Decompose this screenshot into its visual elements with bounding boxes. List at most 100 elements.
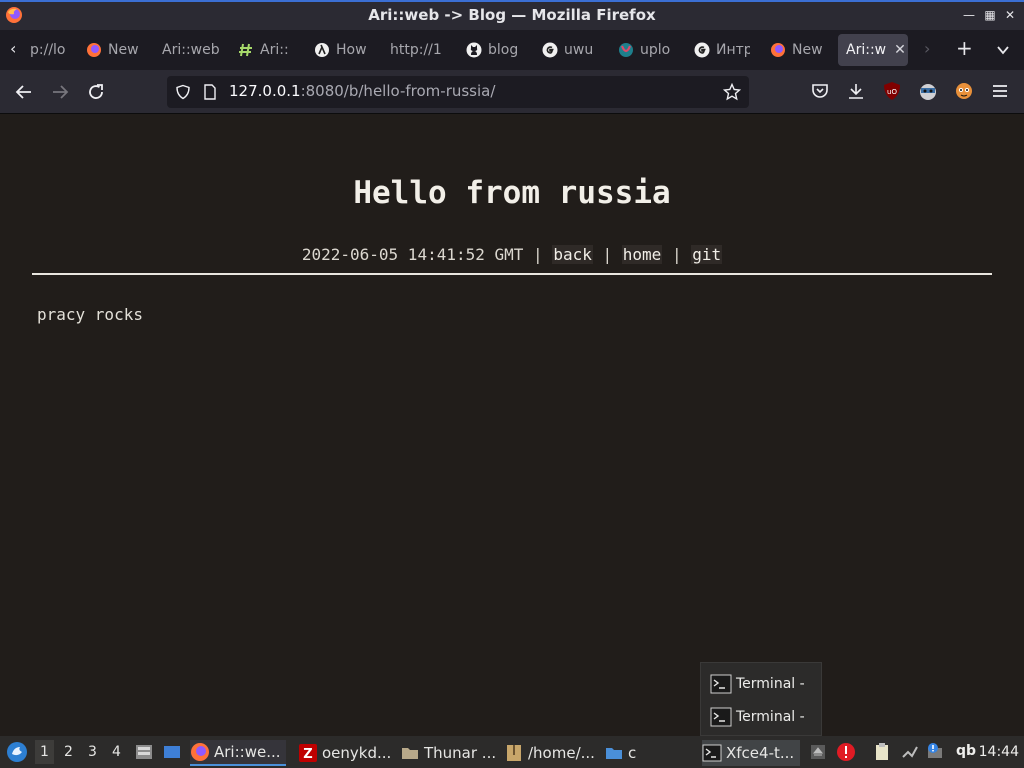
firefox-icon [87, 43, 101, 57]
taskbar-item-folder[interactable]: c [604, 740, 694, 766]
taskbar: 1 2 3 4 Ari::we... Z oenykd... Thunar ..… [0, 736, 1024, 768]
tab-label: p://lo [30, 42, 66, 58]
back-link[interactable]: back [552, 245, 593, 264]
post-date: 2022-06-05 14:41:52 GMT [301, 245, 524, 264]
download-icon[interactable] [846, 81, 866, 101]
tab-5[interactable]: http://1 [390, 34, 446, 66]
archive-icon [507, 745, 521, 761]
pocket-icon[interactable] [810, 81, 830, 101]
google-icon [694, 42, 710, 58]
tab-scroll-right-icon[interactable]: › [924, 39, 930, 58]
taskbar-item-label: Xfce4-t... [726, 744, 795, 762]
workspace-4[interactable]: 4 [112, 744, 121, 760]
tab-label: Ari::w [846, 42, 887, 58]
qbittorrent-icon[interactable]: qb [956, 743, 976, 759]
ublock-origin-icon[interactable]: uO [882, 81, 902, 101]
hamburger-menu-icon[interactable] [990, 81, 1010, 101]
forward-arrow-icon[interactable] [48, 80, 72, 104]
taskbar-item-thunar[interactable]: Thunar ... [400, 740, 496, 766]
terminal-window-item[interactable]: Terminal - [710, 673, 805, 695]
tab-7[interactable]: uwu [542, 34, 598, 66]
bookmark-star-icon[interactable] [723, 83, 741, 101]
taskbar-item-terminal[interactable]: Xfce4-t... [702, 740, 800, 766]
post-body: pracy rocks [37, 305, 143, 324]
new-tab-icon[interactable]: + [956, 36, 973, 60]
file-manager-launcher-icon[interactable] [134, 742, 154, 762]
clock[interactable]: 14:44 [979, 744, 1019, 760]
screen: { "window": { "title": "Ari::web -> Blog… [0, 0, 1024, 768]
tab-label: http://1 [390, 42, 442, 58]
tab-8[interactable]: uplo [618, 34, 674, 66]
taskbar-item-filezilla[interactable]: Z oenykd... [298, 740, 390, 766]
github-icon [466, 42, 482, 58]
terminal-icon [710, 674, 732, 694]
tampermonkey-icon[interactable] [954, 81, 974, 101]
taskbar-item-archive[interactable]: /home/... [504, 740, 596, 766]
tab-label: New [792, 42, 823, 58]
hash-icon [239, 43, 252, 57]
workspace-3[interactable]: 3 [88, 744, 97, 760]
error-alert-icon[interactable] [836, 742, 856, 762]
close-icon[interactable]: ✕ [1003, 7, 1017, 23]
url-path: :8080/b/hello-from-russia/ [300, 82, 496, 100]
url-bar[interactable]: 127.0.0.1:8080/b/hello-from-russia/ [167, 76, 749, 108]
home-link[interactable]: home [621, 245, 663, 264]
privacy-badger-icon[interactable] [918, 81, 938, 101]
tab-4[interactable]: How [314, 34, 372, 66]
back-arrow-icon[interactable] [12, 80, 36, 104]
window-titlebar: Ari::web -> Blog — Mozilla Firefox — ▦ ✕ [0, 0, 1024, 30]
firefox-icon [771, 43, 785, 57]
page-icon[interactable] [203, 84, 217, 100]
page-title: Hello from russia [353, 175, 671, 211]
tab-11-active[interactable]: Ari::w ✕ [838, 34, 908, 66]
tab-2[interactable]: Ari::web [162, 34, 222, 66]
git-link[interactable]: git [691, 245, 723, 264]
tab-9[interactable]: Интр [694, 34, 750, 66]
network-icon[interactable] [900, 742, 920, 762]
desktop-launcher-icon[interactable] [162, 742, 182, 762]
reload-icon[interactable] [84, 80, 108, 104]
tab-10[interactable]: New [770, 34, 826, 66]
post-meta: 2022-06-05 14:41:52 GMT | back | home | … [0, 245, 1024, 264]
taskbar-item-firefox[interactable]: Ari::we... [190, 740, 286, 766]
tab-3[interactable]: Ari:: [238, 34, 296, 66]
tab-scroll-left-icon[interactable]: ‹ [10, 39, 16, 58]
upload-icon [619, 43, 633, 57]
minimize-icon[interactable]: — [962, 7, 976, 23]
tab-label: How [336, 42, 367, 58]
restore-icon[interactable]: ▦ [983, 7, 997, 23]
workspace-2[interactable]: 2 [64, 744, 73, 760]
terminal-window-label: Terminal - [736, 709, 805, 725]
tab-label: uwu [564, 42, 594, 58]
shield-icon[interactable] [175, 84, 191, 100]
tab-label: Интр [716, 42, 750, 58]
update-notifier-icon[interactable] [924, 742, 944, 762]
list-all-tabs-icon[interactable] [996, 43, 1010, 57]
folder-icon [606, 748, 622, 759]
url-text[interactable]: 127.0.0.1:8080/b/hello-from-russia/ [229, 82, 495, 100]
tab-label: blog [488, 42, 519, 58]
whisker-menu-icon[interactable] [6, 741, 28, 763]
firefox-icon [191, 743, 209, 761]
taskbar-item-label: c [628, 744, 637, 762]
taskbar-item-label: Thunar ... [424, 744, 496, 762]
svg-text:Z: Z [303, 747, 312, 762]
workspace-1[interactable]: 1 [35, 740, 54, 764]
tab-label: Ari::web [162, 42, 220, 58]
terminal-window-item[interactable]: Terminal - [710, 706, 805, 728]
folder-icon [402, 748, 418, 759]
separator: | [533, 245, 543, 264]
page-content: Hello from russia 2022-06-05 14:41:52 GM… [0, 115, 1024, 735]
terminal-window-label: Terminal - [736, 676, 805, 692]
eject-icon[interactable] [808, 742, 828, 762]
filezilla-icon: Z [299, 744, 317, 762]
tab-1[interactable]: New [86, 34, 146, 66]
tab-close-icon[interactable]: ✕ [894, 42, 906, 58]
tab-6[interactable]: blog [466, 34, 524, 66]
terminal-icon [710, 707, 732, 727]
clipboard-icon[interactable] [872, 742, 892, 762]
divider [32, 273, 992, 275]
url-host: 127.0.0.1 [229, 82, 301, 100]
tab-0[interactable]: p://lo [30, 34, 70, 66]
tab-label: Ari:: [260, 42, 289, 58]
